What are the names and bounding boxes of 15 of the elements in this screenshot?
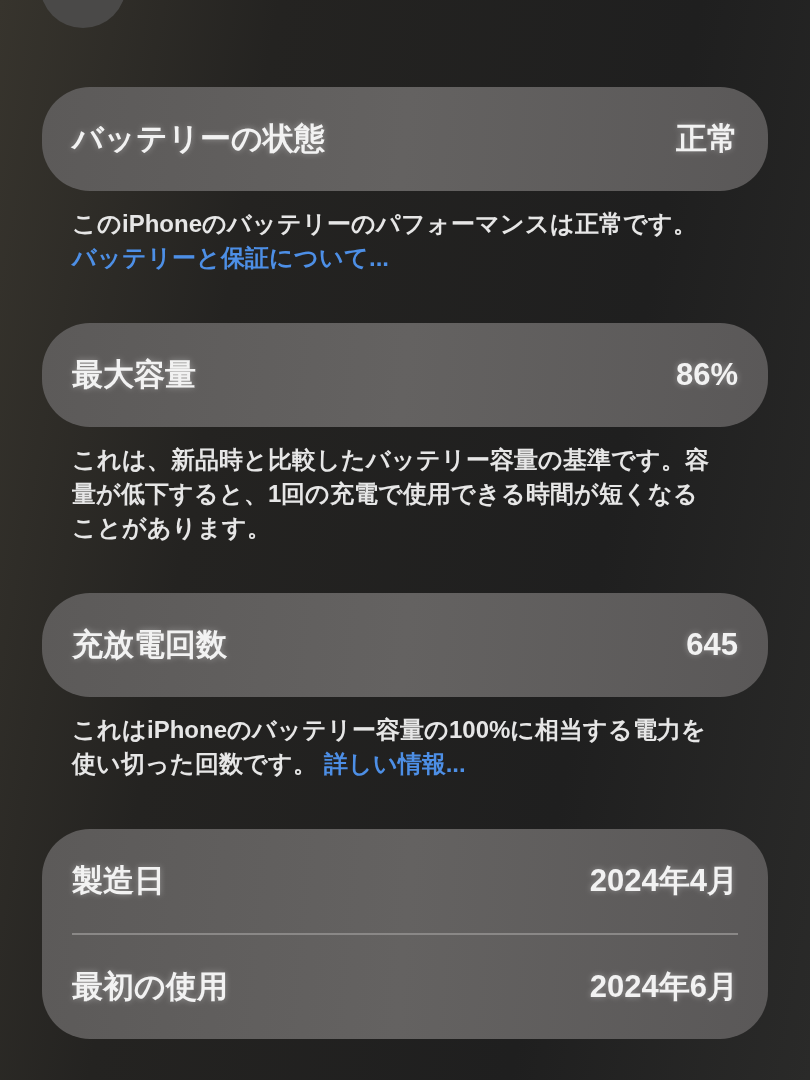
row-value: 正常 [676,119,738,158]
footer-text: これはiPhoneのバッテリー容量の100%に相当する電力を使い切った回数です。 詳しい情報... [72,715,708,779]
row-label: 製造日 [72,861,165,900]
footer-text: このiPhoneのバッテリーのパフォーマンスは正常です。 バッテリーと保証について... [72,209,698,273]
info-link[interactable]: バッテリーと保証について... [72,244,389,271]
row-value: 2024年4月 [589,861,738,900]
row-label: バッテリーの状態 [72,119,325,158]
row-value: 645 [686,625,738,664]
info-link[interactable]: 詳しい情報... [323,750,466,777]
row-label: 最大容量 [72,355,196,394]
row-label: 最初の使用 [72,967,228,1006]
footer-text: これは、新品時と比較したバッテリー容量の基準です。容量が低下すると、1回の充電で使用できる時間が短くなることがあります。 [72,445,710,543]
row-value: 86% [675,355,738,394]
row-label: 充放電回数 [72,625,227,664]
row-value: 2024年6月 [589,967,738,1006]
